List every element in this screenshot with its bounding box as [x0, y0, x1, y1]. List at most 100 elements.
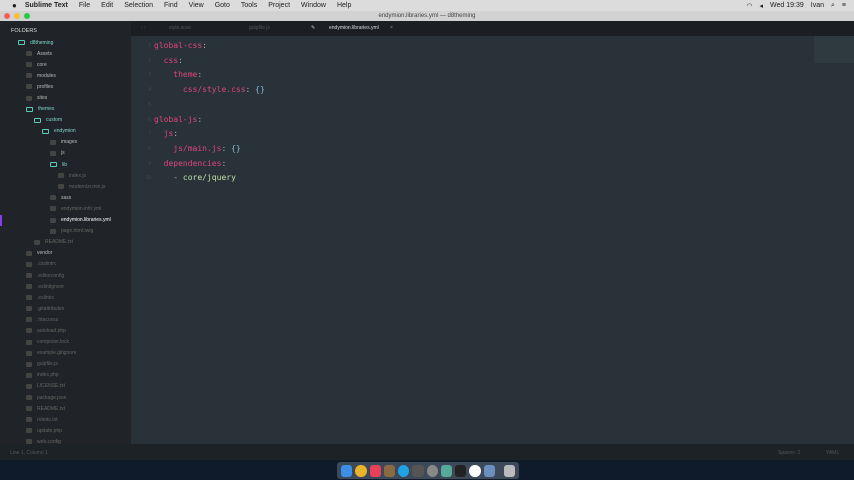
settings-icon[interactable] [426, 464, 438, 477]
zoom-button[interactable] [24, 13, 30, 19]
sidebar-item[interactable]: core [0, 59, 131, 70]
sidebar-item[interactable]: endymion [0, 126, 131, 137]
sidebar-item-label: sass [61, 194, 72, 201]
menu-file[interactable]: File [79, 2, 90, 9]
menu-goto[interactable]: Goto [215, 2, 230, 9]
code-token: {} [231, 143, 241, 153]
trash-icon[interactable] [503, 464, 515, 477]
sidebar-item-label: .editorconfig [37, 272, 65, 279]
skype-icon[interactable] [398, 464, 410, 477]
sidebar-item[interactable]: endymion.info.yml [0, 203, 131, 214]
sidebar-item[interactable]: endymion.libraries.yml [0, 215, 131, 226]
sidebar-item[interactable]: .csslintrc [0, 259, 131, 270]
tab-endymion-libraries[interactable]: endymion.libraries.yml [329, 25, 379, 31]
code-line: dependencies: [154, 157, 227, 172]
sidebar-item[interactable]: d8theming [0, 37, 131, 48]
sidebar-item[interactable]: .eslintignore [0, 281, 131, 292]
code-token: : [202, 41, 207, 50]
sidebar-item[interactable]: js [0, 148, 131, 159]
sublime-icon[interactable] [440, 464, 452, 477]
sidebar-item[interactable]: page.html.twig [0, 226, 131, 237]
syntax-status[interactable]: YAML [826, 450, 839, 456]
sidebar-item[interactable]: LICENSE.txt [0, 381, 131, 392]
sidebar-item[interactable]: modules [0, 70, 131, 81]
sidebar-item[interactable]: composer.lock [0, 337, 131, 348]
sidebar-item[interactable]: .eslintrc [0, 292, 131, 303]
sidebar-item-label: modernizr.min.js [69, 183, 106, 190]
file-icon [26, 284, 32, 290]
sidebar-item-label: package.json [37, 394, 67, 401]
sidebar-item[interactable]: Assets [0, 48, 131, 59]
sidebar-item[interactable]: example.gitignore [0, 348, 131, 359]
code-line: global-css: [154, 39, 207, 54]
sidebar-item-label: .csslintrc [37, 261, 57, 268]
finder-icon[interactable] [341, 464, 353, 477]
sidebar-item[interactable]: vendor [0, 248, 131, 259]
menu-find[interactable]: Find [164, 2, 178, 9]
search-icon[interactable]: ⌕ [831, 2, 835, 10]
menu-window[interactable]: Window [301, 2, 326, 9]
tab-style-scss[interactable]: style.scss [169, 25, 191, 31]
terminal-icon[interactable] [455, 464, 467, 477]
sidebar-item[interactable]: README.txt [0, 237, 131, 248]
sidebar-item-label: .eslintignore [37, 283, 64, 290]
menu-help[interactable]: Help [337, 2, 351, 9]
music-icon[interactable] [369, 464, 381, 477]
sidebar-item[interactable]: .gitattributes [0, 303, 131, 314]
sidebar-item-label: .gitattributes [37, 305, 65, 312]
sidebar-item[interactable]: package.json [0, 392, 131, 403]
code-token: dependencies [163, 158, 222, 168]
sidebar-item[interactable]: gulpfile.js [0, 359, 131, 370]
menu-app[interactable]: Sublime Text [25, 2, 68, 9]
sidebar-item[interactable]: sites [0, 92, 131, 103]
menu-edit[interactable]: Edit [101, 2, 113, 9]
sidebar-item[interactable]: .editorconfig [0, 270, 131, 281]
menu-tools[interactable]: Tools [241, 2, 257, 9]
tab-gulpfile[interactable]: gulpfile.js [249, 25, 270, 31]
nav-arrows-icon[interactable]: ‹ › [141, 25, 146, 31]
clock[interactable]: Wed 19:39 [770, 2, 804, 9]
code-line: js: [154, 127, 178, 142]
volume-icon[interactable]: ◂ [760, 2, 764, 10]
code-line: global-js: [154, 113, 202, 128]
menu-project[interactable]: Project [268, 2, 290, 9]
sidebar-item[interactable]: images [0, 137, 131, 148]
sidebar-item[interactable]: profiles [0, 81, 131, 92]
sidebar-item-label: autoload.php [37, 327, 66, 334]
sidebar-item[interactable]: update.php [0, 425, 131, 436]
sidebar-item[interactable]: lib [0, 159, 131, 170]
folder-icon [50, 150, 56, 156]
sidebar-item[interactable]: custom [0, 115, 131, 126]
preview-icon[interactable] [483, 464, 495, 477]
sidebar-item[interactable]: .htaccess [0, 314, 131, 325]
sidebar-item[interactable]: README.txt [0, 403, 131, 414]
list-icon[interactable]: ≡ [842, 2, 846, 9]
menu-view[interactable]: View [189, 2, 204, 9]
sidebar-item[interactable]: index.js [0, 170, 131, 181]
sidebar-item[interactable]: modernizr.min.js [0, 181, 131, 192]
sidebar-item-label: LICENSE.txt [37, 383, 66, 390]
minimap[interactable] [814, 36, 854, 63]
sidebar-item[interactable]: robots.txt [0, 414, 131, 425]
chrome-icon[interactable] [355, 464, 367, 477]
folder-icon [50, 139, 56, 145]
close-button[interactable] [4, 13, 10, 19]
sidebar-item[interactable]: index.php [0, 370, 131, 381]
photo-icon[interactable] [383, 464, 395, 477]
indentation-status[interactable]: Spaces: 2 [778, 450, 800, 456]
app-icon[interactable] [412, 464, 424, 477]
tab-close-icon[interactable]: × [390, 25, 393, 31]
code-editor[interactable]: 1 global-css: 2 css: 3 theme: 4 css/style.cs… [131, 36, 854, 444]
browser-icon[interactable] [469, 464, 481, 477]
user-name[interactable]: Ivan [811, 2, 824, 9]
minimize-button[interactable] [14, 13, 20, 19]
wifi-icon[interactable]: ◠ [746, 2, 752, 10]
file-icon [26, 317, 32, 323]
apple-icon[interactable]: ● [12, 1, 17, 10]
sidebar-item[interactable]: themes [0, 104, 131, 115]
sidebar-item[interactable]: sass [0, 192, 131, 203]
menu-selection[interactable]: Selection [124, 2, 153, 9]
sidebar-item[interactable]: autoload.php [0, 325, 131, 336]
